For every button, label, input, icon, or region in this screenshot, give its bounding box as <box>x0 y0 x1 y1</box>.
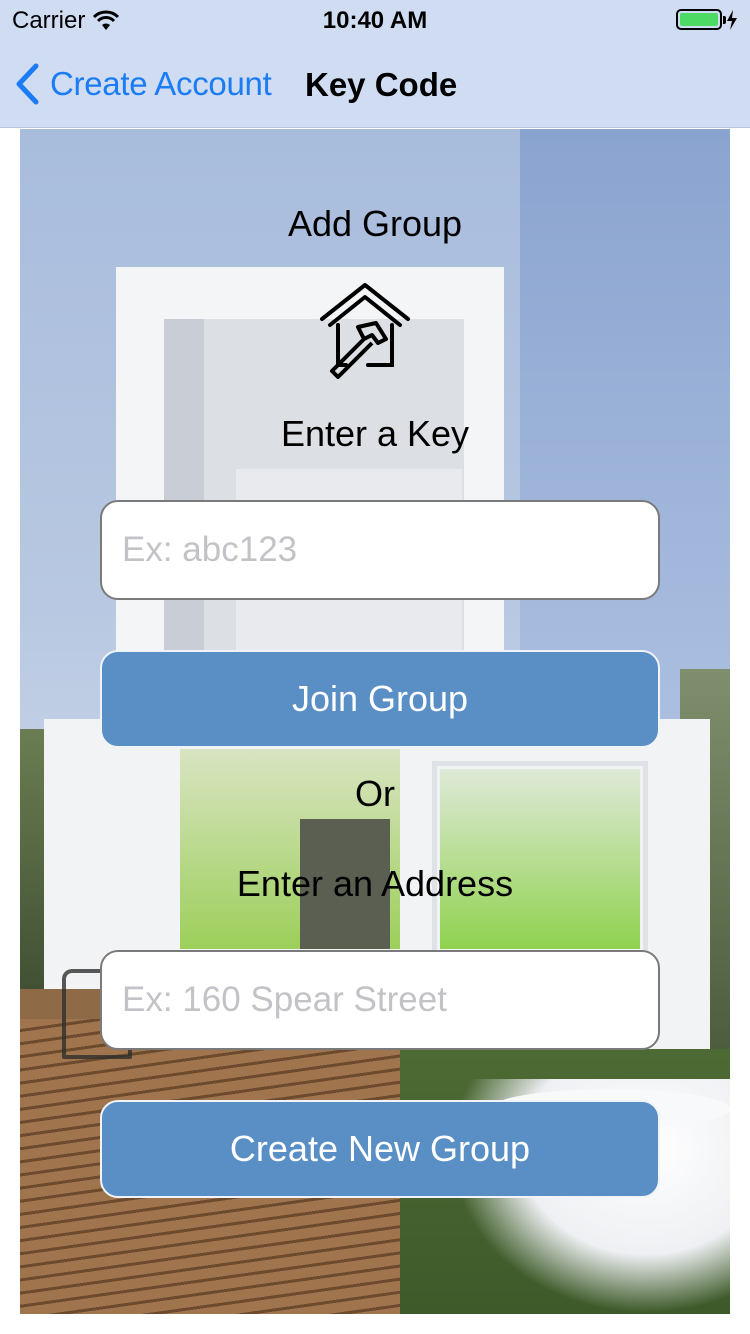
charging-bolt-icon <box>727 9 737 30</box>
back-button-label: Create Account <box>50 65 272 102</box>
house-hammer-icon <box>320 283 410 379</box>
create-new-group-button[interactable]: Create New Group <box>100 1100 660 1198</box>
navigation-bar: Create Account Key Code <box>0 40 750 128</box>
back-button[interactable]: Create Account <box>14 60 272 108</box>
enter-key-label: Enter a Key <box>280 413 470 454</box>
page-title: Key Code <box>305 66 458 103</box>
battery-indicator <box>676 9 738 30</box>
add-group-heading: Add Group <box>287 203 463 244</box>
battery-icon <box>676 9 726 30</box>
status-bar: Carrier 10:40 AM <box>0 0 750 40</box>
or-label: Or <box>355 773 395 814</box>
enter-address-label: Enter an Address <box>236 863 514 904</box>
address-input[interactable] <box>100 950 660 1050</box>
main-content: Add Group Enter a Key Join Group Or Ente… <box>20 129 730 1314</box>
key-input[interactable] <box>100 500 660 600</box>
battery-fill <box>680 13 718 26</box>
chevron-left-icon <box>16 63 39 105</box>
status-time: 10:40 AM <box>322 7 428 34</box>
join-group-button[interactable]: Join Group <box>100 650 660 748</box>
